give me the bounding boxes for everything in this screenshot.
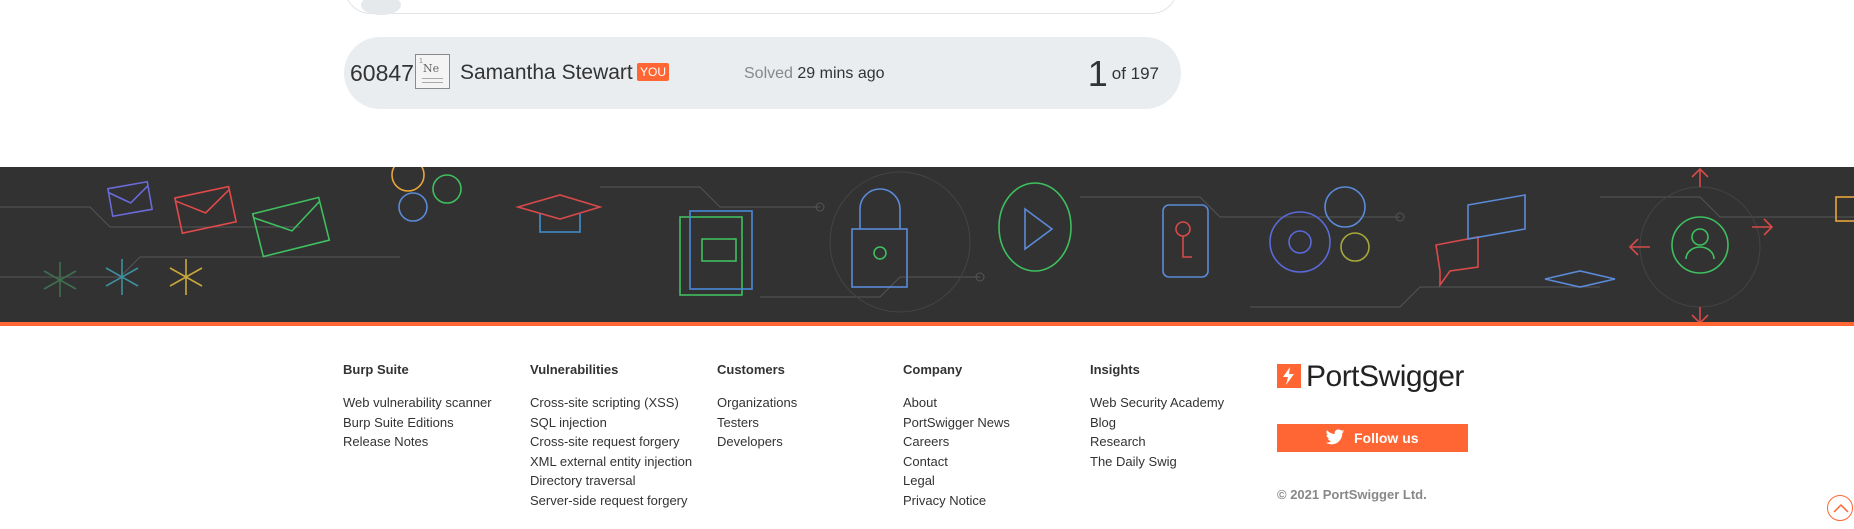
footer-link[interactable]: Testers (717, 413, 797, 433)
footer-link[interactable]: Server-side request forgery (530, 491, 692, 511)
circuit-illustration (0, 167, 1854, 325)
footer-column-customers: Customers Organizations Testers Develope… (717, 362, 797, 452)
position-number: 1 (1087, 53, 1108, 94)
banner-divider (0, 322, 1854, 326)
username: Samantha Stewart (460, 61, 633, 84)
footer-heading: Burp Suite (343, 362, 409, 377)
footer-heading: Insights (1090, 362, 1140, 377)
phone-icon (1162, 204, 1209, 278)
scroll-to-top-button[interactable] (1827, 495, 1853, 521)
footer-link[interactable]: Blog (1090, 413, 1224, 433)
chat-icon (1435, 236, 1479, 288)
footer-link[interactable]: Cross-site scripting (XSS) (530, 393, 692, 413)
footer-link[interactable]: Release Notes (343, 432, 492, 452)
gear-icon (1269, 211, 1331, 273)
graduation-cap-icon (1544, 270, 1616, 288)
footer-heading: Company (903, 362, 963, 377)
previous-leaderboard-row (344, 0, 1178, 15)
follow-us-button[interactable]: Follow us (1277, 424, 1468, 452)
portswigger-logo-icon (1277, 364, 1301, 388)
avatar-symbol: Ne (423, 62, 440, 75)
asterisk-icon (43, 262, 77, 297)
avatar (361, 0, 401, 15)
footer-column-company: Company About PortSwigger News Careers C… (903, 362, 1010, 510)
footer-link[interactable]: Web Security Academy (1090, 393, 1224, 413)
footer-heading: Vulnerabilities (530, 362, 619, 377)
footer-link[interactable]: XML external entity injection (530, 452, 692, 472)
footer-link[interactable]: Directory traversal (530, 471, 692, 491)
solved-label: Solved (744, 65, 793, 82)
arrows-icon (1628, 167, 1774, 325)
current-user-leaderboard-row: 60847 1 Ne Samantha Stewart YOU Solved 2… (344, 37, 1181, 109)
chevron-up-icon (1833, 503, 1849, 513)
footer-column-vulnerabilities: Vulnerabilities Cross-site scripting (XS… (530, 362, 692, 510)
footer-link[interactable]: Developers (717, 432, 797, 452)
footer-link[interactable]: Contact (903, 452, 1010, 472)
gear-icon (398, 192, 428, 222)
chat-icon (1467, 194, 1526, 240)
footer-link[interactable]: Careers (903, 432, 1010, 452)
gear-icon (1340, 232, 1370, 262)
gear-icon (1324, 186, 1366, 228)
footer-link[interactable]: Research (1090, 432, 1224, 452)
gear-icon (391, 167, 425, 192)
footer-column-insights: Insights Web Security Academy Blog Resea… (1090, 362, 1224, 471)
footer-link[interactable]: Burp Suite Editions (343, 413, 492, 433)
leaderboard-position: 1 of 197 (1088, 53, 1159, 95)
footer-column-burp-suite: Burp Suite Web vulnerability scanner Bur… (343, 362, 492, 452)
footer-link[interactable]: The Daily Swig (1090, 452, 1224, 472)
decorative-banner (0, 167, 1854, 325)
asterisk-icon (169, 259, 203, 295)
footer-link[interactable]: Legal (903, 471, 1010, 491)
footer-link[interactable]: About (903, 393, 1010, 413)
footer-link[interactable]: SQL injection (530, 413, 692, 433)
footer-link[interactable]: Organizations (717, 393, 797, 413)
footer-link[interactable]: Cross-site request forgery (530, 432, 692, 452)
user-rank: 60847 (350, 60, 414, 86)
play-icon (998, 182, 1072, 272)
graduation-cap-icon (515, 194, 603, 220)
twitter-icon (1325, 429, 1345, 449)
copyright: © 2021 PortSwigger Ltd. (1277, 487, 1427, 502)
solved-status: Solved 29 mins ago (744, 65, 885, 83)
you-badge: YOU (637, 63, 670, 81)
footer-link[interactable]: Web vulnerability scanner (343, 393, 492, 413)
envelope-icon (173, 185, 238, 235)
follow-us-label: Follow us (1354, 430, 1419, 446)
footer-link[interactable]: Privacy Notice (903, 491, 1010, 511)
footer-heading: Customers (717, 362, 785, 377)
footer-link[interactable]: PortSwigger News (903, 413, 1010, 433)
element-avatar: 1 Ne (415, 54, 450, 89)
solved-time: 29 mins ago (797, 65, 885, 82)
envelope-icon (106, 180, 154, 218)
lock-icon (859, 188, 901, 229)
position-total: of 197 (1111, 64, 1159, 83)
gear-icon (432, 174, 462, 204)
brand-name: PortSwigger (1306, 360, 1464, 393)
